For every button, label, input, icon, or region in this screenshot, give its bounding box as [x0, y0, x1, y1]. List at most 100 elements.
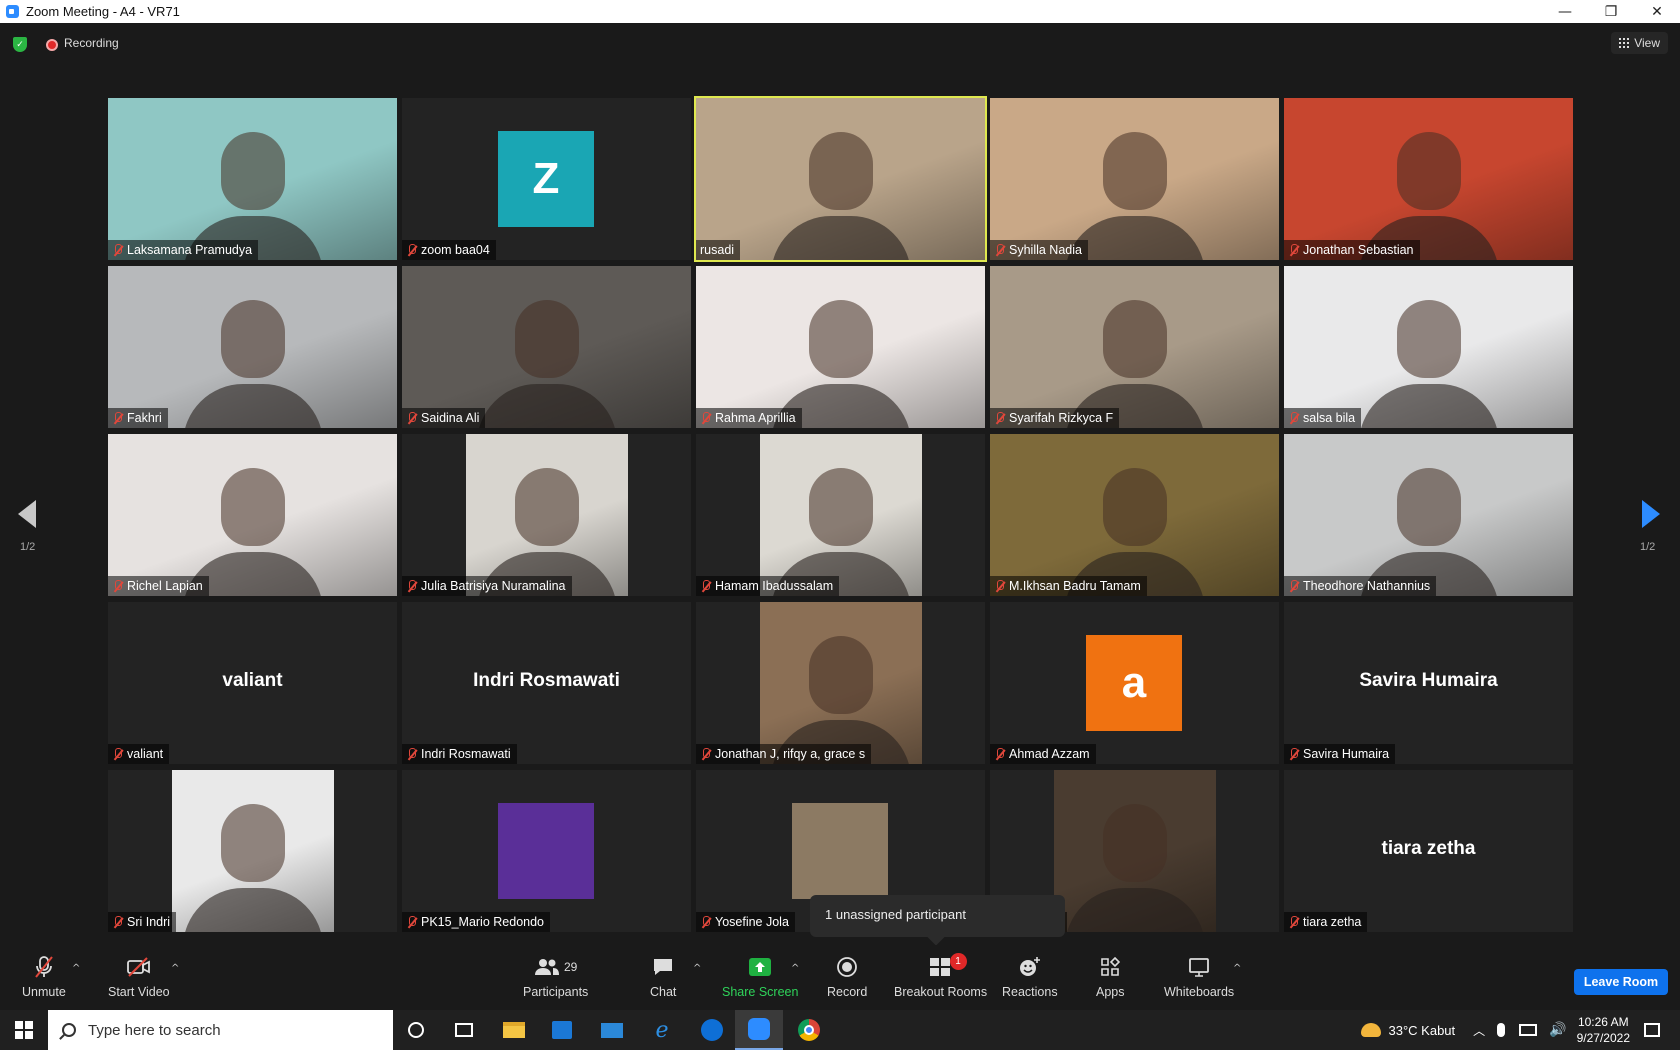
participant-tile[interactable]: Hamam Ibadussalam — [696, 434, 985, 596]
participant-tile[interactable]: Laksamana Pramudya — [108, 98, 397, 260]
muted-mic-icon — [112, 243, 123, 257]
whiteboard-icon — [1186, 955, 1212, 979]
muted-mic-icon — [406, 243, 417, 257]
participant-video — [402, 266, 691, 428]
audio-options-caret[interactable]: ^ — [72, 963, 80, 974]
participant-tile[interactable]: valiant valiant — [108, 602, 397, 764]
edge-browser-icon[interactable]: e — [638, 1010, 686, 1050]
participant-avatar: Z — [498, 131, 594, 227]
participant-name: Saidina Ali — [421, 411, 480, 425]
taskbar-search-box[interactable]: Type here to search — [48, 1010, 393, 1050]
teamviewer-icon[interactable] — [688, 1010, 736, 1050]
participant-tile[interactable]: Indri Rosmawati Indri Rosmawati — [402, 602, 691, 764]
page-indicator-right: 1/2 — [1640, 541, 1656, 553]
windows-start-button[interactable] — [0, 1010, 48, 1050]
participant-tile[interactable]: a Ahmad Azzam — [990, 602, 1279, 764]
participant-tile[interactable]: tiara zetha tiara zetha — [1284, 770, 1573, 932]
participant-tile[interactable]: Julia Batrisiya Nuramalina — [402, 434, 691, 596]
participant-tile[interactable]: PK15_Mario Redondo — [402, 770, 691, 932]
participants-count: 29 — [563, 960, 578, 974]
notifications-icon[interactable] — [1644, 1023, 1660, 1037]
tray-chevron-icon[interactable]: ︿ — [1473, 1022, 1485, 1039]
whiteboards-button[interactable]: Whiteboards — [1164, 955, 1234, 999]
participant-video — [1053, 770, 1216, 932]
recording-label[interactable]: Recording — [64, 36, 119, 50]
taskbar-search-placeholder: Type here to search — [88, 1021, 221, 1039]
zoom-taskbar-icon[interactable] — [735, 1010, 783, 1050]
gallery-grid: Laksamana Pramudya Zzoom baa04 rusadi Syhil… — [108, 96, 1573, 934]
participant-tile[interactable]: salsa bila — [1284, 266, 1573, 428]
participant-nametag: Savira Humaira — [1284, 744, 1396, 764]
volume-icon[interactable]: 🔊 — [1549, 1022, 1566, 1038]
participant-name: Rahma Aprillia — [715, 411, 796, 425]
close-button[interactable]: ✕ — [1634, 0, 1680, 23]
file-explorer-icon[interactable] — [490, 1010, 538, 1050]
participant-tile[interactable]: Syarifah Rizkyca F — [990, 266, 1279, 428]
participants-button[interactable]: 29 Participants — [523, 955, 588, 999]
view-button[interactable]: View — [1611, 32, 1668, 54]
task-view-icon[interactable] — [440, 1010, 488, 1050]
restore-button[interactable]: ❐ — [1588, 0, 1634, 23]
person-shoulders — [182, 384, 323, 428]
share-options-caret[interactable]: ^ — [791, 963, 799, 974]
start-video-label: Start Video — [108, 985, 170, 999]
reactions-label: Reactions — [1002, 985, 1058, 999]
muted-mic-icon — [994, 411, 1005, 425]
weather-text[interactable]: 33°C Kabut — [1389, 1023, 1456, 1038]
breakout-rooms-button[interactable]: 1 Breakout Rooms — [894, 953, 987, 999]
whiteboards-options-caret[interactable]: ^ — [1233, 963, 1241, 974]
taskbar-clock[interactable]: 10:26 AM 9/27/2022 — [1577, 1014, 1630, 1046]
cortana-icon[interactable] — [392, 1010, 440, 1050]
participant-video — [759, 602, 922, 764]
record-label: Record — [827, 985, 868, 999]
window-controls: — ❐ ✕ — [1542, 0, 1680, 23]
chat-options-caret[interactable]: ^ — [693, 963, 701, 974]
participant-tile[interactable]: Theodhore Nathannius — [1284, 434, 1573, 596]
mail-icon[interactable] — [588, 1010, 636, 1050]
participant-nametag: Hamam Ibadussalam — [696, 576, 840, 596]
participant-nametag: Sri Indri — [108, 912, 177, 932]
participant-tile[interactable]: Jonathan Sebastian — [1284, 98, 1573, 260]
participant-video — [171, 770, 334, 932]
record-button[interactable]: Record — [827, 955, 867, 999]
leave-room-button[interactable]: Leave Room — [1574, 969, 1668, 995]
share-screen-button[interactable]: Share Screen — [722, 955, 798, 999]
apps-button[interactable]: Apps — [1096, 955, 1125, 999]
muted-mic-icon — [700, 915, 711, 929]
chrome-icon[interactable] — [785, 1010, 833, 1050]
video-options-caret[interactable]: ^ — [171, 963, 179, 974]
chat-button[interactable]: Chat — [650, 955, 676, 999]
video-off-icon — [126, 955, 152, 979]
participant-tile[interactable]: rusadi — [694, 96, 987, 262]
participant-tile[interactable]: Syhilla Nadia — [990, 98, 1279, 260]
participant-name: Indri Rosmawati — [421, 747, 511, 761]
participant-nametag: Jonathan J, rifqy a, grace s — [696, 744, 872, 764]
participant-tile[interactable]: Jonathan J, rifqy a, grace s — [696, 602, 985, 764]
participant-avatar — [792, 803, 888, 899]
participant-tile[interactable]: Fakhri — [108, 266, 397, 428]
muted-mic-icon — [112, 747, 123, 761]
security-shield-icon[interactable]: ✓ — [13, 37, 27, 52]
muted-mic-icon — [406, 579, 417, 593]
microsoft-store-icon[interactable] — [538, 1010, 586, 1050]
microphone-tray-icon[interactable] — [1497, 1023, 1506, 1037]
participant-tile[interactable]: Saidina Ali — [402, 266, 691, 428]
muted-mic-icon — [1288, 579, 1299, 593]
unmute-button[interactable]: Unmute — [22, 955, 66, 999]
person-silhouette — [220, 132, 285, 210]
minimize-button[interactable]: — — [1542, 0, 1588, 23]
participant-nametag: salsa bila — [1284, 408, 1362, 428]
participant-tile[interactable]: Sri Indri — [108, 770, 397, 932]
network-icon[interactable] — [1519, 1024, 1538, 1036]
participant-tile[interactable]: Savira Humaira Savira Humaira — [1284, 602, 1573, 764]
next-page-arrow[interactable] — [1642, 500, 1660, 528]
start-video-button[interactable]: Start Video — [108, 955, 170, 999]
reactions-button[interactable]: Reactions — [1002, 955, 1058, 999]
participant-tile[interactable]: M.Ikhsan Badru Tamam — [990, 434, 1279, 596]
participant-name: Savira Humaira — [1303, 747, 1390, 761]
participant-tile[interactable]: Zzoom baa04 — [402, 98, 691, 260]
participant-tile[interactable]: Richel Lapian — [108, 434, 397, 596]
gallery-grid-icon — [1619, 38, 1630, 48]
prev-page-arrow[interactable] — [18, 500, 36, 528]
participant-tile[interactable]: Rahma Aprillia — [696, 266, 985, 428]
